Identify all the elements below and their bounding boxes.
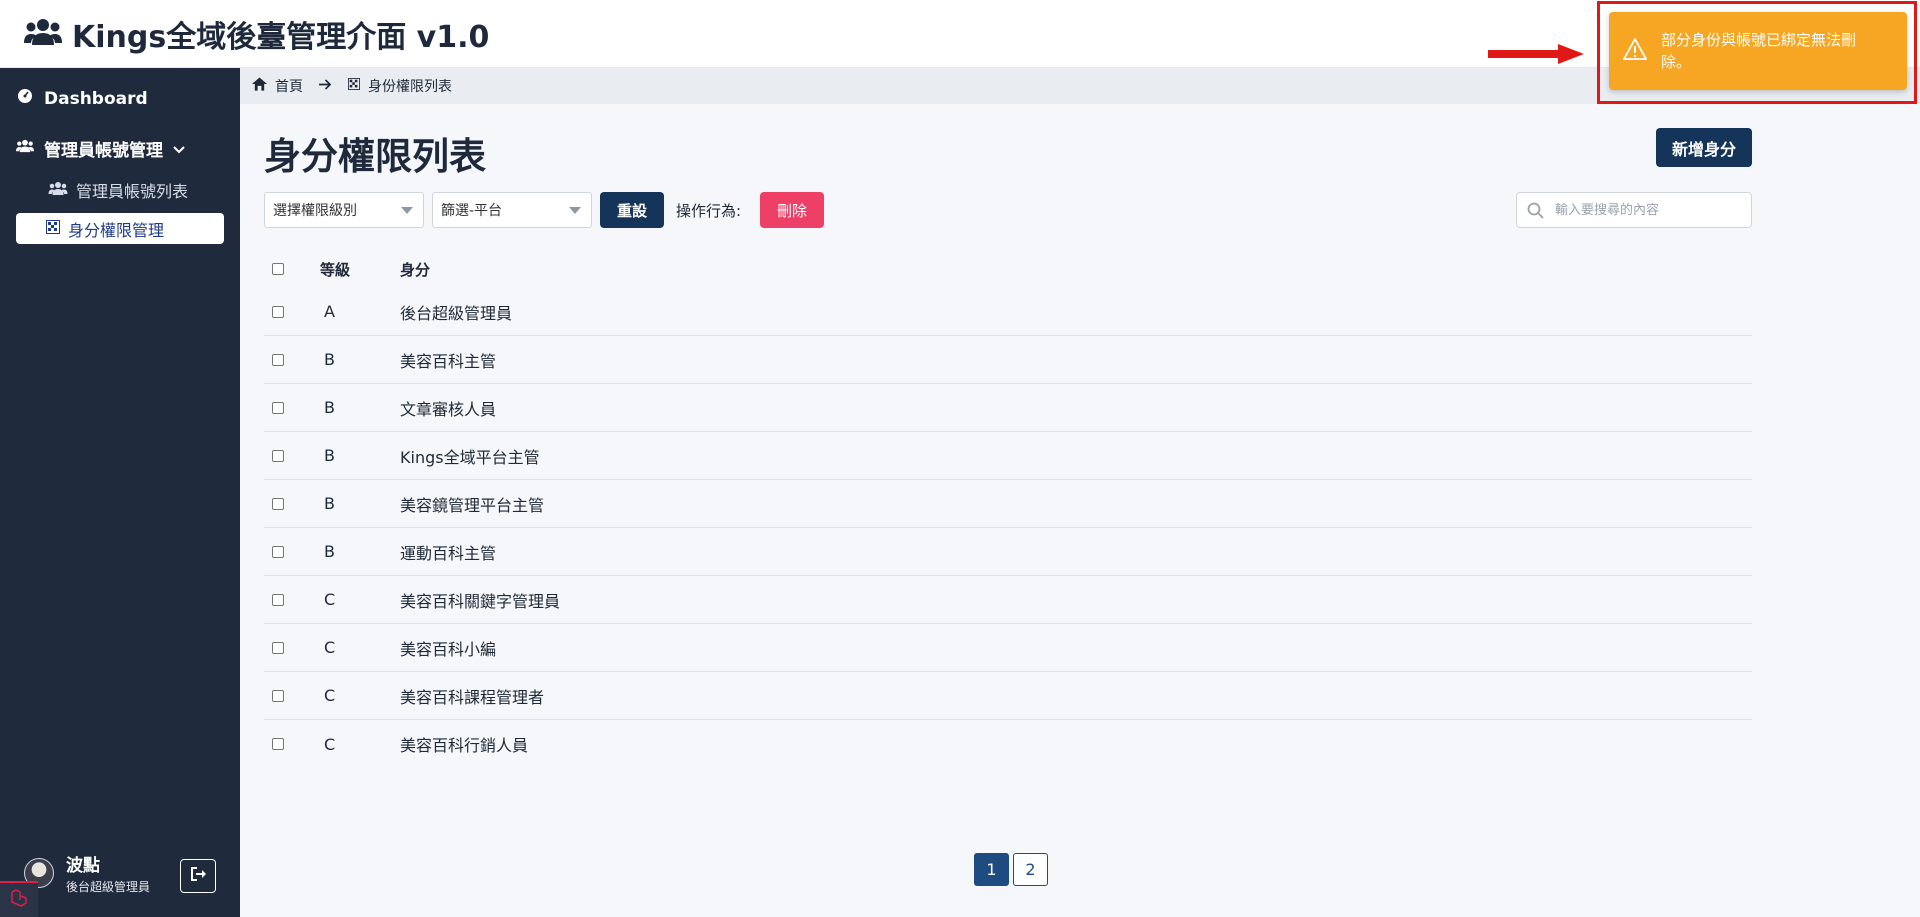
table-row[interactable]: B 文章審核人員	[264, 384, 1752, 432]
row-role: 美容百科小編	[400, 639, 497, 659]
pagination: 1 2	[974, 853, 1048, 886]
toast-message: 部分身份與帳號已綁定無法刪除。	[1661, 31, 1857, 71]
page-title: 身分權限列表	[264, 135, 486, 178]
logout-button[interactable]	[180, 859, 216, 893]
users-icon	[16, 138, 34, 159]
row-role: 運動百科主管	[400, 543, 497, 563]
row-role: 美容百科主管	[400, 351, 497, 371]
logout-icon	[189, 865, 207, 887]
row-role: Kings全域平台主管	[400, 447, 540, 467]
row-level: B	[324, 446, 335, 465]
sidebar-item-label: 身分權限管理	[68, 220, 165, 240]
sidebar-item-account-group[interactable]: 管理員帳號管理	[16, 136, 185, 161]
table-row[interactable]: B Kings全域平台主管	[264, 432, 1752, 480]
delete-button[interactable]: 刪除	[760, 192, 824, 228]
row-checkbox[interactable]	[272, 545, 284, 558]
level-select-value: 選擇權限級別	[273, 203, 357, 219]
reset-button[interactable]: 重設	[600, 192, 664, 228]
table-row[interactable]: C 美容百科小編	[264, 624, 1752, 672]
chevron-down-icon	[173, 139, 185, 159]
table-row[interactable]: B 運動百科主管	[264, 528, 1752, 576]
user-name: 波點	[66, 856, 100, 876]
row-level: B	[324, 542, 335, 561]
row-checkbox[interactable]	[272, 689, 284, 702]
roles-table: 等級 身分 A 後台超級管理員 B 美容百科主管 B 文章審核人員 B Kings全域平台主管…	[264, 250, 1752, 768]
row-level: C	[324, 638, 336, 657]
row-role: 後台超級管理員	[400, 303, 513, 323]
grid-icon	[348, 78, 360, 94]
breadcrumb-home[interactable]: 首頁	[275, 76, 303, 96]
table-row[interactable]: B 美容百科主管	[264, 336, 1752, 384]
table-header: 等級 身分	[264, 250, 1752, 288]
app-brand[interactable]: Kings全域後臺管理介面 v1.0	[24, 12, 489, 56]
table-row[interactable]: C 美容百科課程管理者	[264, 672, 1752, 720]
breadcrumb-current: 身份權限列表	[368, 79, 452, 95]
table-row[interactable]: C 美容百科關鍵字管理員	[264, 576, 1752, 624]
dashboard-icon	[16, 88, 34, 109]
row-checkbox[interactable]	[272, 497, 284, 510]
row-level: B	[324, 494, 335, 513]
sidebar-item-account-list[interactable]: 管理員帳號列表	[48, 178, 188, 202]
row-role: 美容百科課程管理者	[400, 687, 545, 707]
row-level: C	[324, 734, 336, 754]
row-checkbox[interactable]	[272, 353, 284, 366]
row-level: B	[324, 350, 335, 369]
column-header-role: 身分	[400, 260, 431, 279]
row-level: C	[324, 590, 336, 609]
sidebar-item-dashboard[interactable]: Dashboard	[16, 88, 148, 109]
sidebar: Dashboard 管理員帳號管理 管理員帳號列表 身分權限管理 波點 後台超級…	[0, 68, 240, 917]
row-checkbox[interactable]	[272, 593, 284, 606]
sidebar-item-label: 管理員帳號列表	[76, 182, 189, 201]
app-title: Kings全域後臺管理介面 v1.0	[72, 19, 490, 55]
row-checkbox[interactable]	[272, 401, 284, 414]
debugbar-toggle[interactable]	[0, 881, 38, 917]
row-role: 美容百科行銷人員	[400, 736, 529, 755]
select-all-checkbox[interactable]	[272, 263, 284, 275]
level-select[interactable]: 選擇權限級別	[264, 192, 424, 228]
row-checkbox[interactable]	[272, 305, 284, 318]
laravel-icon	[9, 888, 29, 912]
row-level: B	[324, 398, 335, 417]
table-row[interactable]: C 美容百科行銷人員	[264, 720, 1752, 768]
sidebar-item-label: 管理員帳號管理	[44, 141, 163, 161]
row-level: A	[324, 302, 335, 321]
table-row[interactable]: A 後台超級管理員	[264, 288, 1752, 336]
home-icon	[252, 77, 267, 95]
users-icon	[24, 17, 62, 51]
platform-select-value: 篩選-平台	[441, 203, 503, 219]
add-role-button[interactable]: 新增身分	[1656, 128, 1752, 167]
page-button-2[interactable]: 2	[1013, 853, 1048, 886]
row-role: 美容百科關鍵字管理員	[400, 591, 561, 611]
warning-icon	[1609, 38, 1647, 64]
page-button-1[interactable]: 1	[974, 853, 1009, 886]
row-checkbox[interactable]	[272, 641, 284, 654]
platform-select[interactable]: 篩選-平台	[432, 192, 592, 228]
search-box	[1516, 192, 1752, 228]
annotation-arrow-icon	[1488, 44, 1584, 64]
user-role: 後台超級管理員	[66, 880, 151, 894]
operation-label: 操作行為:	[676, 202, 742, 220]
row-checkbox[interactable]	[272, 738, 284, 750]
row-level: C	[324, 686, 336, 705]
arrow-right-icon	[319, 78, 332, 94]
warning-toast[interactable]: 部分身份與帳號已綁定無法刪除。	[1609, 12, 1907, 90]
sidebar-item-role-management[interactable]: 身分權限管理	[16, 213, 224, 244]
grid-icon	[46, 219, 60, 238]
user-profile[interactable]: 波點 後台超級管理員	[24, 851, 150, 895]
table-row[interactable]: B 美容鏡管理平台主管	[264, 480, 1752, 528]
row-checkbox[interactable]	[272, 449, 284, 462]
search-input[interactable]	[1555, 193, 1745, 227]
sidebar-item-label: Dashboard	[44, 88, 148, 109]
users-icon	[48, 181, 68, 200]
row-role: 美容鏡管理平台主管	[400, 495, 545, 515]
column-header-level: 等級	[320, 260, 351, 279]
row-role: 文章審核人員	[400, 399, 497, 419]
caret-down-icon	[569, 207, 581, 214]
caret-down-icon	[401, 207, 413, 214]
